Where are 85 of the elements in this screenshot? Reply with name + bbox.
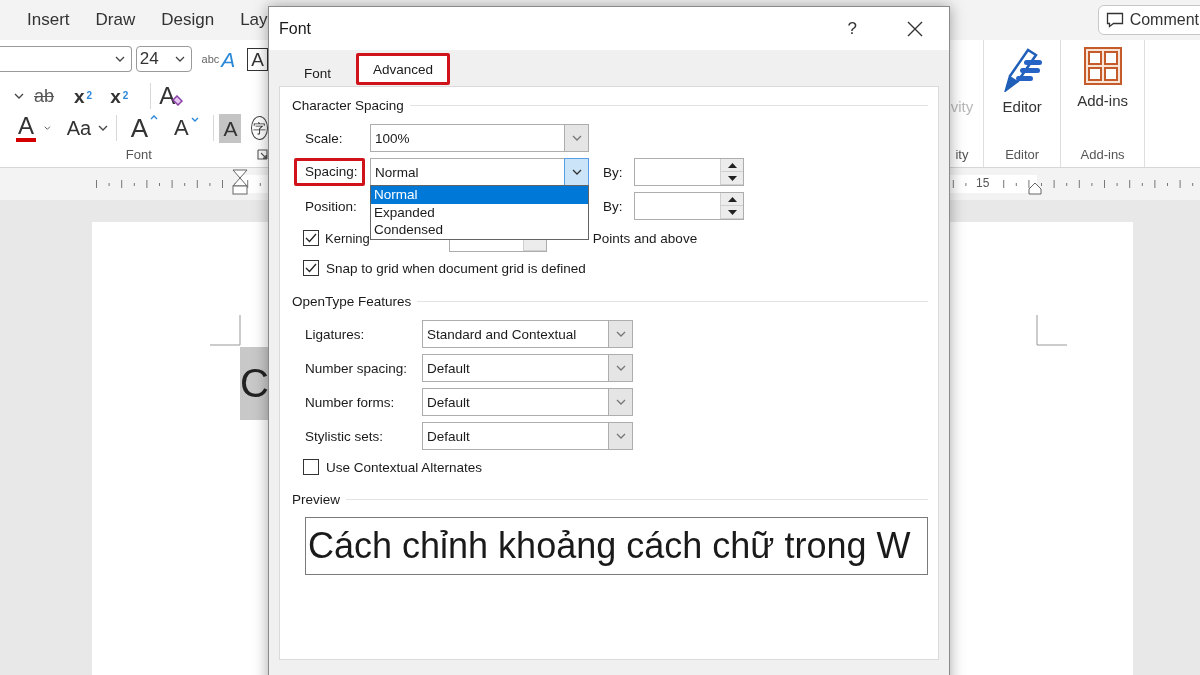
checkbox-label: Snap to grid when document grid is defined (326, 260, 586, 276)
field-label: Position: (305, 198, 358, 214)
section-heading: OpenType Features (292, 293, 412, 309)
check-icon (305, 263, 317, 273)
dropdown-option[interactable]: Expanded (371, 203, 588, 221)
ribbon-tab[interactable]: Lay (240, 10, 268, 30)
field-label: Spacing: (294, 158, 365, 186)
up-arrow-icon[interactable] (727, 162, 737, 168)
chevron-icon[interactable] (44, 125, 51, 131)
change-case-button[interactable]: Aa (64, 118, 111, 138)
chevron-icon (114, 56, 125, 62)
caret-icon (150, 115, 159, 120)
clear-formatting-button[interactable]: A (157, 84, 186, 108)
caret-icon (190, 117, 199, 122)
dialog-launcher-icon[interactable] (257, 149, 268, 160)
dropdown-field[interactable]: Standard and Contextual (422, 320, 633, 348)
strikethrough-button[interactable]: ab (32, 87, 57, 105)
ribbon-tab[interactable]: Design (161, 10, 215, 30)
dropdown-option[interactable]: Condensed (371, 221, 588, 239)
superscript-button[interactable]: x$^{2}$ (108, 86, 131, 106)
chevron-icon (98, 125, 109, 131)
crop-mark-icon (210, 315, 241, 346)
chevron-icon (615, 399, 626, 405)
text-effects-button[interactable]: $^{abc}$A (199, 48, 238, 70)
field-label: Points and above (592, 230, 698, 246)
group-label: ity (955, 147, 969, 162)
chevron-icon[interactable] (14, 93, 24, 99)
field-label: Number forms: (305, 394, 396, 410)
group-label: Editor (1005, 147, 1040, 162)
field-label: Stylistic sets: (305, 428, 384, 444)
grow-font-button[interactable]: A (128, 115, 161, 141)
dropdown-field[interactable]: 100% (370, 124, 589, 152)
field-label: By: (603, 164, 624, 180)
chevron-icon (615, 331, 626, 337)
checkbox-label: Kerning (325, 230, 370, 246)
check-icon (305, 233, 317, 243)
checkbox[interactable] (303, 230, 319, 246)
down-arrow-icon[interactable] (727, 209, 737, 215)
field-label: Scale: (305, 130, 344, 146)
field-label: Number spacing: (305, 360, 409, 376)
group-label: Add-ins (1080, 147, 1125, 162)
close-icon (907, 20, 923, 37)
dropdown-field[interactable]: Default (422, 354, 633, 382)
spinner-field[interactable] (634, 192, 744, 220)
comments-button[interactable]: Comment (1097, 5, 1200, 35)
indent-marker-icon[interactable] (232, 169, 248, 195)
indent-marker-icon[interactable] (1028, 182, 1042, 195)
font-name-field[interactable] (0, 46, 132, 72)
dialog-tab[interactable]: Font (279, 59, 346, 86)
dialog-tab[interactable]: Advanced (356, 53, 451, 85)
chevron-icon (571, 169, 582, 175)
shading-button[interactable]: A (219, 113, 242, 143)
chevron-icon (174, 56, 185, 62)
character-border-button[interactable]: A (247, 47, 268, 71)
field-label: By: (603, 198, 624, 214)
help-button[interactable]: ? (843, 18, 861, 39)
chevron-icon (615, 365, 626, 371)
shrink-font-button[interactable]: A (172, 117, 201, 139)
window-title: Font (279, 19, 311, 38)
down-arrow-icon[interactable] (727, 175, 737, 181)
ribbon-button[interactable]: Add-ins (1077, 46, 1128, 109)
ribbon-tab[interactable]: Insert (27, 10, 70, 30)
checkbox-label: Use Contextual Alternates (326, 459, 483, 475)
grid-icon (1082, 46, 1123, 86)
ruler-number: 15 (976, 176, 990, 190)
font-size-field[interactable]: 24 (135, 46, 192, 72)
field-label: Ligatures: (305, 326, 366, 342)
checkbox[interactable] (303, 260, 319, 276)
preview-text: Cách chỉnh khoảng cách chữ trong W (305, 517, 928, 575)
chevron-icon (571, 135, 582, 141)
dropdown-field[interactable]: Default (422, 388, 633, 416)
up-arrow-icon[interactable] (727, 196, 737, 202)
font-color-button[interactable]: A (16, 114, 36, 142)
group-label: Font (125, 147, 152, 162)
ribbon-button[interactable]: Editor (1000, 46, 1045, 115)
spinner-field[interactable] (634, 158, 744, 186)
checkbox[interactable] (303, 459, 319, 475)
dropdown-option[interactable]: Normal (371, 186, 588, 204)
section-heading: Preview (292, 491, 340, 507)
section-heading: Character Spacing (292, 97, 404, 113)
dropdown-field[interactable]: Default (422, 422, 633, 450)
crop-mark-icon (1036, 315, 1067, 346)
chevron-icon (615, 433, 626, 439)
ribbon-tab[interactable]: Draw (95, 10, 136, 30)
comment-icon (1105, 12, 1124, 28)
